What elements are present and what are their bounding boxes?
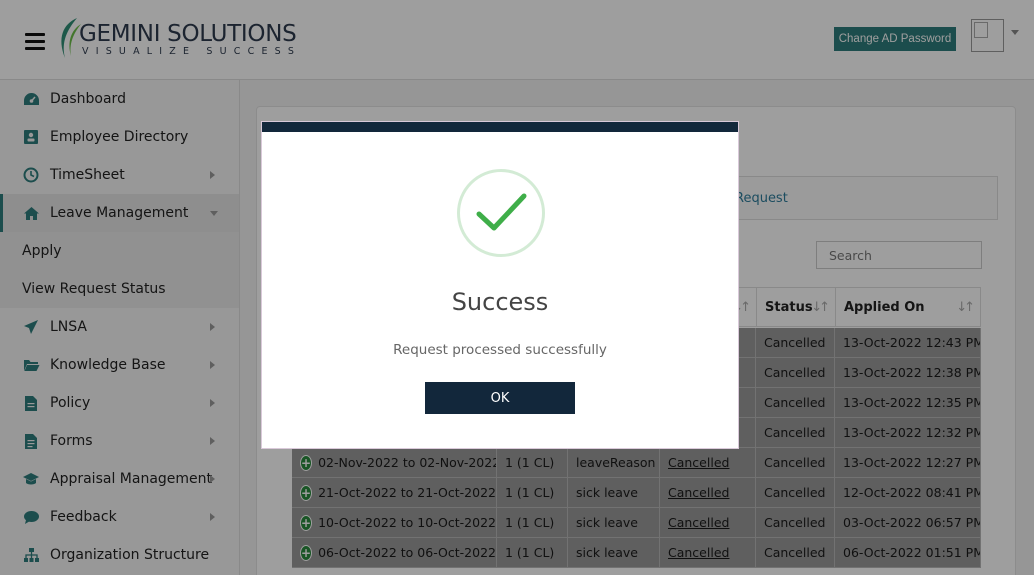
success-dialog: Success Request processed successfully O… (261, 121, 739, 449)
ok-button[interactable]: OK (425, 382, 575, 414)
dialog-message: Request processed successfully (393, 342, 607, 358)
dialog-title: Success (451, 288, 549, 316)
dialog-top-bar (262, 122, 738, 132)
success-check-icon (457, 169, 545, 257)
